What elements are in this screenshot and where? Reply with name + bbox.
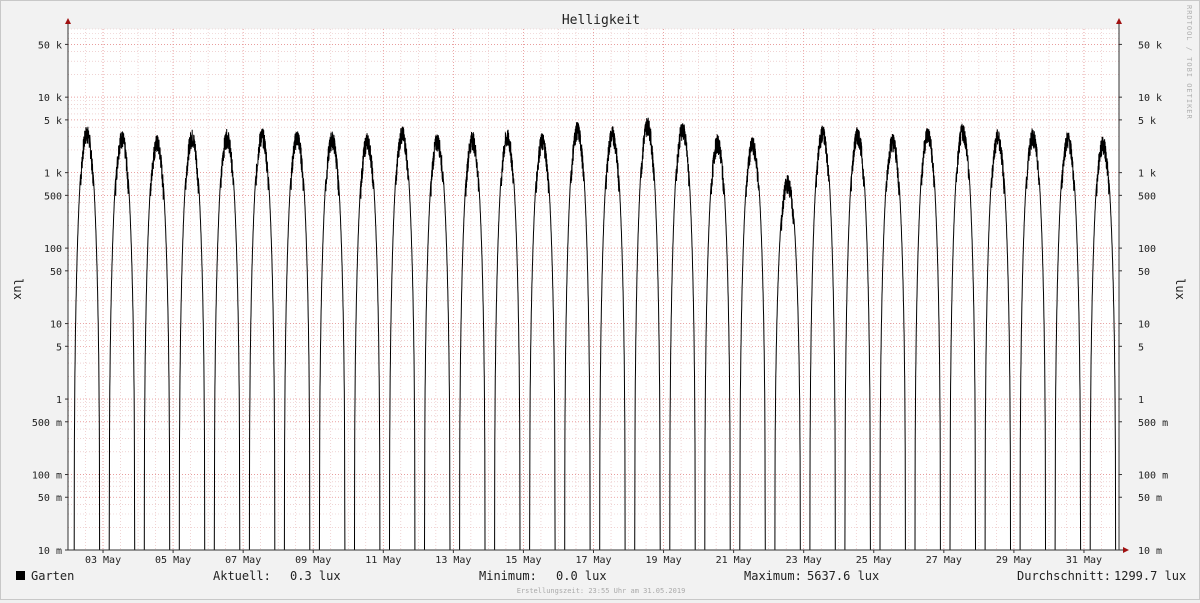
legend-aktuell-value: 0.3 lux [290, 569, 341, 583]
y-axis-label-left: lux [11, 278, 25, 300]
x-tick-label: 29 May [996, 555, 1032, 566]
y-tick-label-right: 10 k [1138, 93, 1162, 104]
chart-frame: 50 k 10 k 5 k 1 k 500 100 50 10 5 1 500 m 100 m 50 m… [0, 0, 1200, 600]
y-tick-label-left: 1 k [44, 169, 62, 180]
x-tick-labels: 03 May 05 May 07 May 09 May 11 May 13 May 15 M… [85, 550, 1102, 566]
y-tick-label-right: 10 [1138, 320, 1150, 331]
x-tick-label: 25 May [856, 555, 892, 566]
x-tick-label: 15 May [505, 555, 541, 566]
y-tick-labels-left: 50 k 10 k 5 k 1 k 500 100 50 10 5 1 500 m 100 m 50 m… [32, 40, 68, 557]
y-tick-label-left: 500 [44, 191, 62, 202]
y-tick-label-left: 10 [50, 320, 62, 331]
y-tick-label-left: 100 m [32, 471, 62, 482]
y-tick-label-right: 5 k [1138, 116, 1156, 127]
y-axis-label-right: lux [1173, 278, 1187, 300]
legend: Garten Aktuell: 0.3 lux Minimum: 0.0 lux… [16, 569, 1186, 583]
y-tick-label-right: 5 [1138, 342, 1144, 353]
y-tick-label-left: 500 m [32, 418, 62, 429]
y-tick-label-left: 50 k [38, 40, 62, 51]
x-tick-label: 09 May [295, 555, 331, 566]
x-tick-label: 13 May [435, 555, 471, 566]
x-tick-label: 05 May [155, 555, 191, 566]
y-tick-label-right: 10 m [1138, 546, 1162, 557]
x-tick-label: 23 May [786, 555, 822, 566]
x-axis-arrow [1123, 547, 1129, 553]
y-tick-label-right: 1 k [1138, 169, 1156, 180]
y-tick-label-left: 50 [50, 267, 62, 278]
legend-series-name: Garten [31, 569, 74, 583]
legend-swatch [16, 571, 25, 580]
x-tick-label: 19 May [646, 555, 682, 566]
legend-maximum-label: Maximum: [744, 569, 802, 583]
footer-creation-time: Erstellungszeit: 23:55 Uhr am 31.05.2019 [517, 587, 686, 595]
y-axis-arrow-right [1116, 18, 1122, 24]
legend-durchschnitt-label: Durchschnitt: [1017, 569, 1111, 583]
y-tick-label-right: 50 k [1138, 40, 1162, 51]
x-tick-label: 27 May [926, 555, 962, 566]
y-tick-label-left: 10 k [38, 93, 62, 104]
y-axis-arrow-left [65, 18, 71, 24]
legend-durchschnitt-value: 1299.7 lux [1114, 569, 1186, 583]
watermark: RRDTOOL / TOBI OETIKER [1185, 5, 1193, 120]
legend-maximum-value: 5637.6 lux [807, 569, 879, 583]
x-tick-label: 17 May [575, 555, 611, 566]
y-tick-label-right: 50 m [1138, 493, 1162, 504]
y-tick-label-left: 50 m [38, 493, 62, 504]
y-tick-label-right: 500 [1138, 191, 1156, 202]
y-tick-labels-right: 50 k 10 k 5 k 1 k 500 100 50 10 5 1 500 m 100 m 50 m… [1119, 40, 1168, 557]
legend-aktuell-label: Aktuell: [213, 569, 271, 583]
x-tick-label: 21 May [716, 555, 752, 566]
y-tick-label-left: 5 [56, 342, 62, 353]
y-tick-label-left: 10 m [38, 546, 62, 557]
x-tick-label: 31 May [1066, 555, 1102, 566]
y-tick-label-right: 100 [1138, 244, 1156, 255]
y-tick-label-left: 1 [56, 395, 62, 406]
x-tick-label: 03 May [85, 555, 121, 566]
x-tick-label: 07 May [225, 555, 261, 566]
y-tick-label-right: 100 m [1138, 471, 1168, 482]
y-tick-label-right: 1 [1138, 395, 1144, 406]
chart-title: Helligkeit [562, 13, 640, 28]
helligkeit-chart: 50 k 10 k 5 k 1 k 500 100 50 10 5 1 500 m 100 m 50 m… [11, 5, 1193, 595]
x-tick-label: 11 May [365, 555, 401, 566]
y-tick-label-left: 100 [44, 244, 62, 255]
y-tick-label-right: 500 m [1138, 418, 1168, 429]
y-tick-label-right: 50 [1138, 267, 1150, 278]
legend-minimum-label: Minimum: [479, 569, 537, 583]
legend-minimum-value: 0.0 lux [556, 569, 607, 583]
y-tick-label-left: 5 k [44, 116, 62, 127]
